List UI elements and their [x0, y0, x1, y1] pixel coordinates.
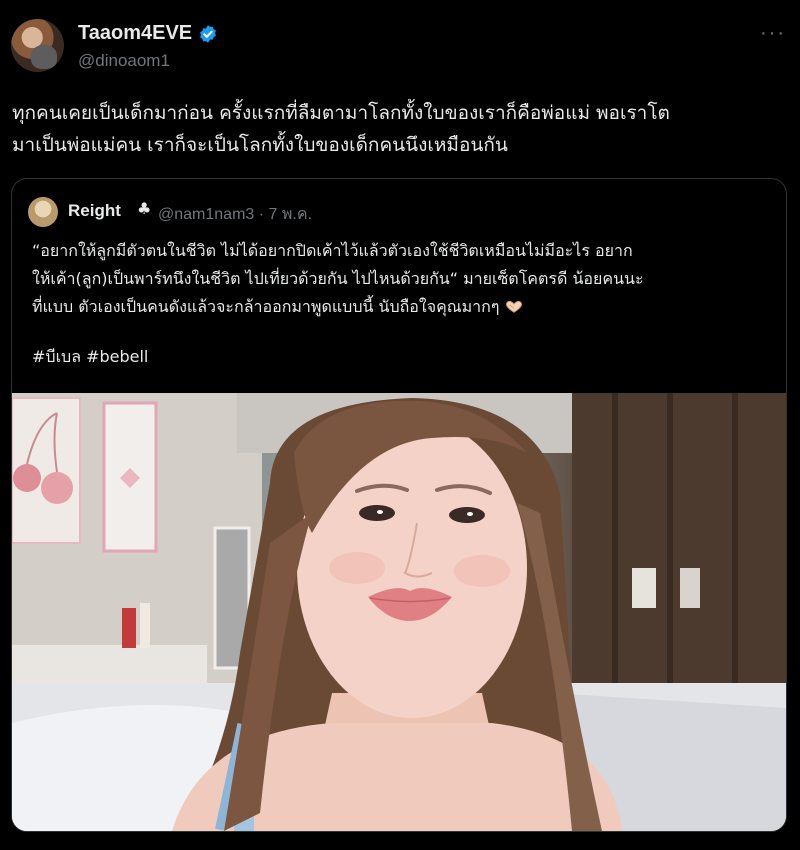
heart-hands-icon: [505, 300, 522, 313]
quoted-photo[interactable]: [12, 393, 786, 831]
tweet-text-line: มาเป็นพ่อแม่คน เราก็จะเป็นโลกทั้งใบของเด…: [12, 134, 508, 156]
hashtags[interactable]: #บีเบล #bebell: [32, 343, 772, 371]
clover-emoji-icon: ♣: [137, 199, 152, 218]
quoted-author-avatar: [28, 197, 58, 227]
author-display-name[interactable]: Taaom4EVE: [78, 22, 192, 45]
photo-illustration: [12, 393, 786, 831]
quoted-author-name: Reight: [68, 201, 121, 220]
quoted-author-meta: @nam1nam3 · 7 พ.ค.: [158, 202, 312, 227]
author-handle[interactable]: @dinoaom1: [78, 51, 170, 71]
quoted-text-line: ที่แบบ ตัวเองเป็นคนดังแล้วจะกล้าออกมาพูด…: [32, 293, 772, 321]
more-options-icon[interactable]: ···: [760, 22, 786, 45]
meta-dot: ·: [258, 206, 265, 223]
quoted-text-line: ให้เค้า(ลูก)เป็นพาร์ทนึงในชีวิต ไปเที่ยว…: [32, 269, 644, 288]
verified-badge-icon: [200, 25, 216, 43]
quoted-timestamp: 7 พ.ค.: [268, 206, 313, 223]
tweet-text: ทุกคนเคยเป็นเด็กมาก่อน ครั้งแรกที่ลืมตาม…: [12, 97, 788, 161]
quoted-text-line-content: ที่แบบ ตัวเองเป็นคนดังแล้วจะกล้าออกมาพูด…: [32, 297, 500, 316]
quoted-author-handle: @nam1nam3: [158, 206, 255, 223]
quoted-text: “อยากให้ลูกมีตัวตนในชีวิต ไม่ได้อยากปิดเ…: [32, 237, 772, 371]
tweet-text-line: ทุกคนเคยเป็นเด็กมาก่อน ครั้งแรกที่ลืมตาม…: [12, 102, 670, 124]
author-avatar[interactable]: [11, 19, 64, 72]
quoted-tweet[interactable]: Reight ♣ @nam1nam3 · 7 พ.ค. “อยากให้ลูกม…: [11, 178, 787, 832]
quoted-text-line: “อยากให้ลูกมีตัวตนในชีวิต ไม่ได้อยากปิดเ…: [32, 241, 633, 260]
